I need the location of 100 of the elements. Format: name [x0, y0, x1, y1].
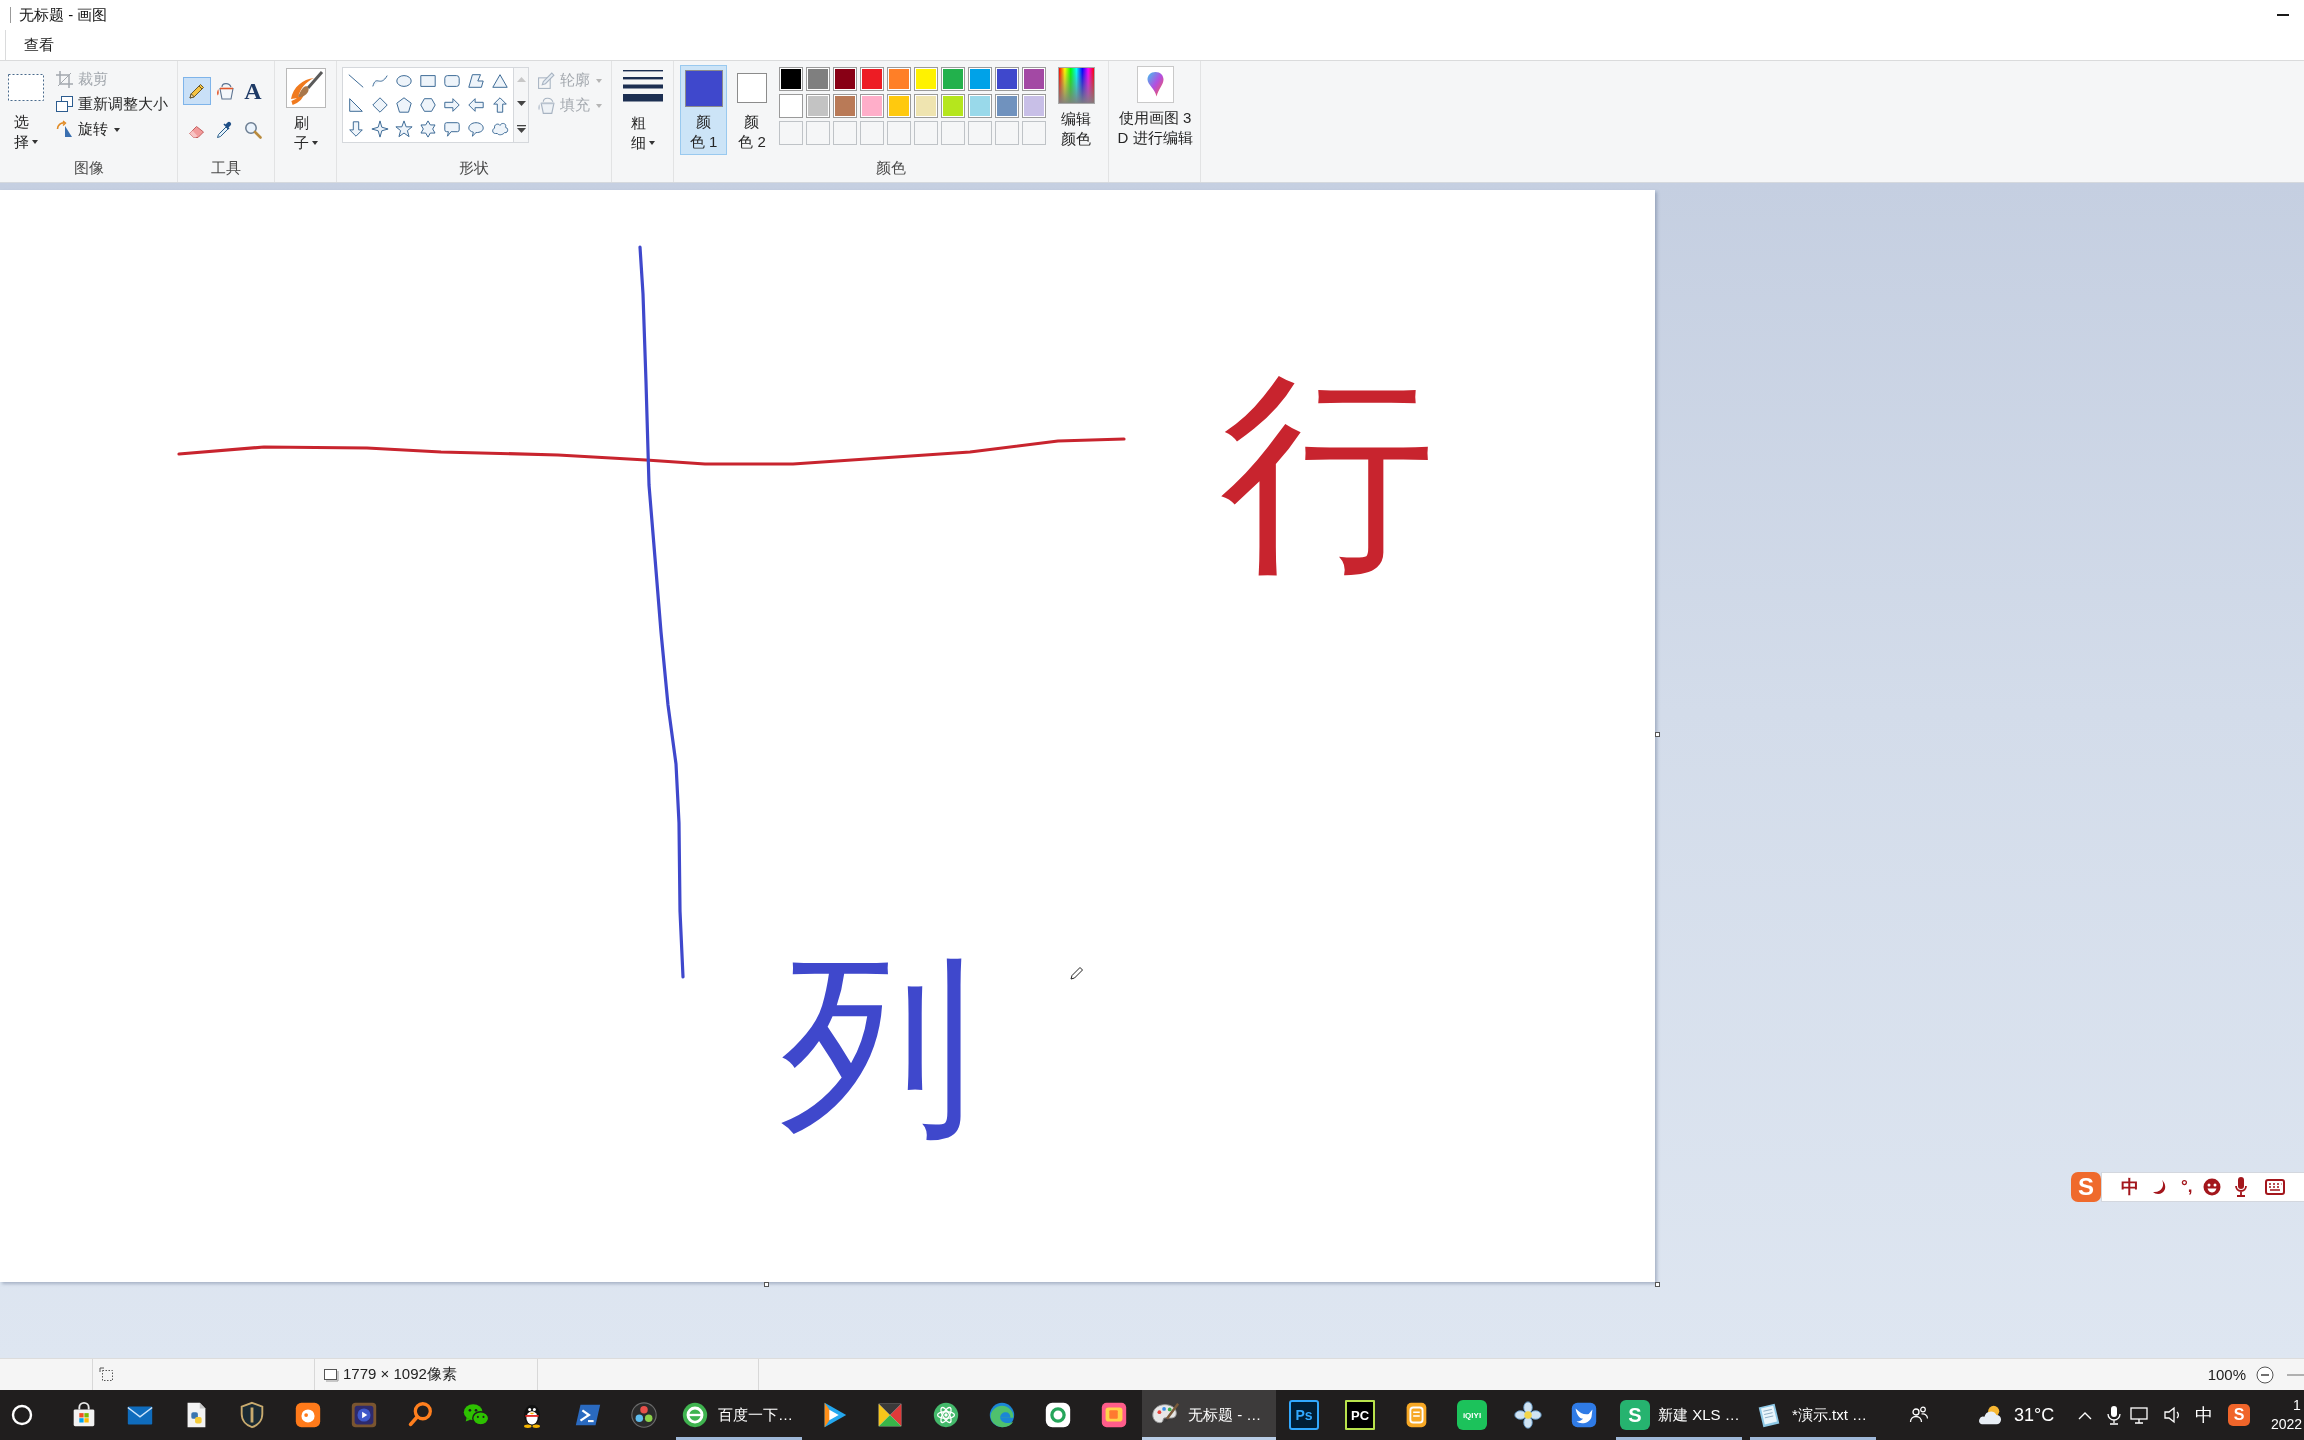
resize-button[interactable]: 重新调整大小	[52, 92, 168, 117]
bird-tile-icon[interactable]	[1569, 1400, 1599, 1430]
triangle-shape-icon[interactable]	[491, 72, 509, 90]
rectangle-callout-shape-icon[interactable]	[443, 120, 461, 138]
six-point-star-shape-icon[interactable]	[419, 120, 437, 138]
down-arrow-shape-icon[interactable]	[347, 120, 365, 138]
taskbar-button[interactable]: 无标题 - …	[1142, 1390, 1276, 1440]
temperature-text[interactable]: 31°C	[2014, 1404, 2055, 1426]
oval-shape-icon[interactable]	[395, 72, 413, 90]
three-dots-circle-icon[interactable]	[629, 1400, 659, 1430]
color-swatch-icon[interactable]	[968, 94, 992, 118]
punctuation-toggle[interactable]: °,	[2181, 1177, 2193, 1197]
color-swatch-icon[interactable]	[779, 94, 803, 118]
rectangle-shape-icon[interactable]	[419, 72, 437, 90]
resize-handle[interactable]	[764, 1282, 769, 1287]
color-button[interactable]: 颜 色 1	[680, 65, 727, 155]
color-swatch-icon[interactable]	[914, 94, 938, 118]
empty-swatch-icon[interactable]	[833, 121, 857, 145]
moon-icon[interactable]	[2151, 1179, 2167, 1195]
color-swatch-icon[interactable]	[860, 67, 884, 91]
select-button[interactable]: 选 择	[5, 61, 47, 153]
ring-circle-icon[interactable]	[680, 1400, 710, 1430]
swirl-icon[interactable]	[987, 1400, 1017, 1430]
empty-swatch-icon[interactable]	[914, 121, 938, 145]
play-tile-icon[interactable]	[349, 1400, 379, 1430]
paint-3d-button[interactable]: 使用画图 3 D 进行编辑	[1113, 61, 1197, 149]
empty-swatch-icon[interactable]	[779, 121, 803, 145]
brushes-button[interactable]: 刷 子	[281, 61, 331, 154]
color-swatch-icon[interactable]	[806, 67, 830, 91]
hexagon-shape-icon[interactable]	[419, 96, 437, 114]
people-icon[interactable]	[1909, 1405, 1929, 1425]
pentagon-shape-icon[interactable]	[395, 96, 413, 114]
cloud-callout-shape-icon[interactable]	[491, 120, 509, 138]
zoom-slider-track[interactable]	[2287, 1373, 2304, 1376]
microphone-icon[interactable]	[2104, 1405, 2124, 1425]
rotate-button[interactable]: 旋转	[52, 117, 168, 142]
color-swatch-icon[interactable]	[887, 67, 911, 91]
color-button[interactable]: 颜 色 2	[731, 65, 773, 155]
color-swatch-icon[interactable]	[833, 94, 857, 118]
color-swatch-icon[interactable]	[914, 67, 938, 91]
color-swatch-icon[interactable]	[995, 94, 1019, 118]
clock-date[interactable]: 2022	[2271, 1415, 2303, 1434]
color-swatch-icon[interactable]	[887, 94, 911, 118]
clock-time[interactable]: 1	[2271, 1396, 2301, 1415]
left-arrow-shape-icon[interactable]	[467, 96, 485, 114]
five-point-star-shape-icon[interactable]	[395, 120, 413, 138]
microphone-icon[interactable]	[2234, 1177, 2247, 1197]
color-swatch-icon[interactable]	[995, 67, 1019, 91]
oval-callout-shape-icon[interactable]	[467, 120, 485, 138]
color-swatch-icon[interactable]	[941, 94, 965, 118]
tool-button[interactable]	[183, 77, 211, 105]
empty-swatch-icon[interactable]	[995, 121, 1019, 145]
drawing-canvas[interactable]: 行 列	[0, 190, 1655, 1282]
input-mode-toggle[interactable]: 中	[2121, 1175, 2139, 1199]
right-triangle-shape-icon[interactable]	[347, 96, 365, 114]
color-swatch-icon[interactable]	[1022, 67, 1046, 91]
ring-tile-icon[interactable]	[1043, 1400, 1073, 1430]
chevron-up-icon[interactable]	[2078, 1410, 2092, 1420]
polygon-shape-icon[interactable]	[467, 72, 485, 90]
color-swatch-icon[interactable]	[833, 67, 857, 91]
diamond-shape-icon[interactable]	[371, 96, 389, 114]
line-shape-icon[interactable]	[347, 72, 365, 90]
color-swatch-icon[interactable]	[779, 67, 803, 91]
flower-icon[interactable]	[1513, 1400, 1543, 1430]
color-swatch-icon[interactable]	[941, 67, 965, 91]
resize-handle[interactable]	[1655, 732, 1660, 737]
color-swatch-icon[interactable]	[1022, 94, 1046, 118]
empty-swatch-icon[interactable]	[860, 121, 884, 145]
zoom-out-icon[interactable]	[2256, 1365, 2274, 1384]
empty-swatch-icon[interactable]	[1022, 121, 1046, 145]
ring-icon[interactable]	[11, 1404, 33, 1426]
ribbon-tab[interactable]: 查看	[14, 30, 64, 60]
monitor-icon[interactable]	[2129, 1405, 2149, 1425]
color-swatch-icon[interactable]	[968, 67, 992, 91]
empty-swatch-icon[interactable]	[887, 121, 911, 145]
empty-swatch-icon[interactable]	[806, 121, 830, 145]
atom-icon[interactable]	[931, 1400, 961, 1430]
app-tile-icon[interactable]	[293, 1400, 323, 1430]
right-arrow-shape-icon[interactable]	[443, 96, 461, 114]
logo-tile[interactable]: Ps	[1289, 1400, 1319, 1430]
four-point-star-shape-icon[interactable]	[371, 120, 389, 138]
edit-colors-button[interactable]: 编辑 颜色	[1052, 65, 1100, 150]
size-button[interactable]: 粗 细	[617, 61, 669, 154]
empty-swatch-icon[interactable]	[968, 121, 992, 145]
tool-button[interactable]: A	[239, 77, 267, 105]
up-arrow-shape-icon[interactable]	[491, 96, 509, 114]
paintbrush-icon	[286, 68, 326, 108]
keyboard-icon[interactable]	[2264, 1179, 2285, 1195]
color-swatch-icon[interactable]	[806, 94, 830, 118]
empty-swatch-icon[interactable]	[941, 121, 965, 145]
input-mode-indicator[interactable]: 中	[2195, 1403, 2213, 1427]
smiley-icon[interactable]	[2202, 1178, 2221, 1196]
resize-handle[interactable]	[1655, 1282, 1660, 1287]
rounded-rectangle-shape-icon[interactable]	[443, 72, 461, 90]
app-tile-icon[interactable]	[1099, 1400, 1129, 1430]
color-swatch-icon[interactable]	[860, 94, 884, 118]
logo-tile[interactable]: PC	[1345, 1400, 1375, 1430]
cloud-sun-icon[interactable]	[1976, 1403, 2004, 1427]
scroll-down-icon[interactable]	[516, 101, 526, 106]
expand-gallery-icon[interactable]	[516, 124, 526, 133]
